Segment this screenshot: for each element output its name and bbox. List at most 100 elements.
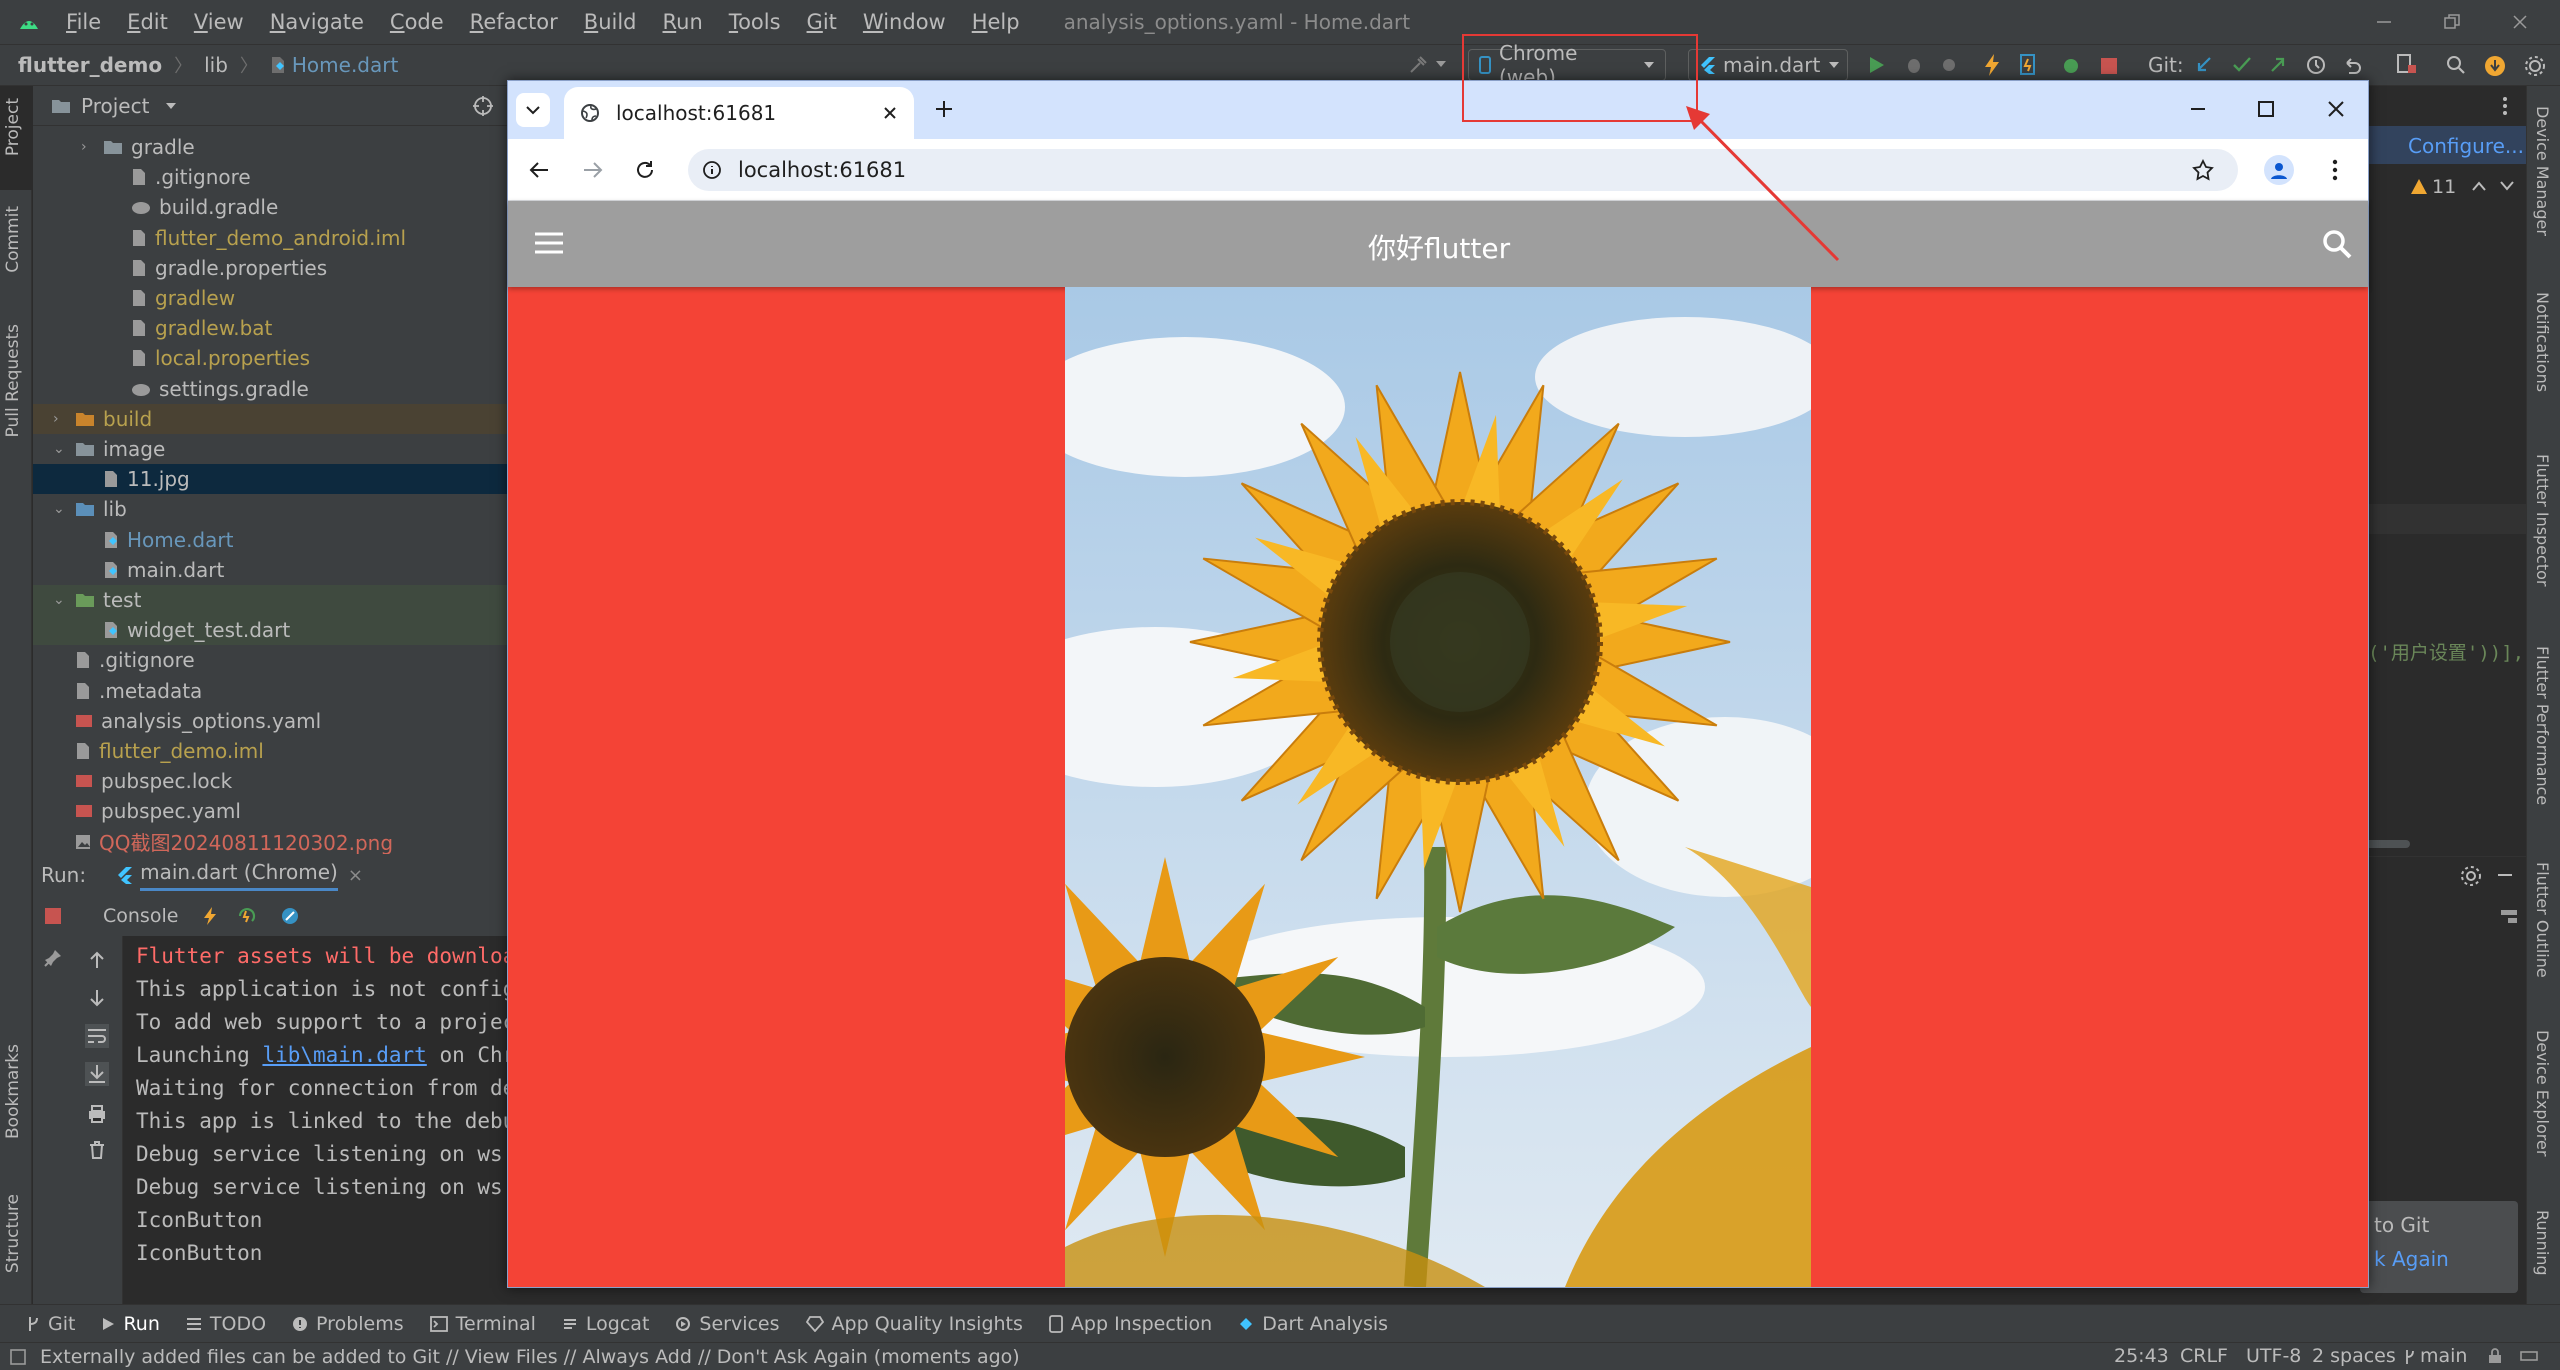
profile-icon[interactable] [1940, 55, 1960, 75]
tree-item[interactable]: gradlew.bat [33, 313, 507, 343]
tree-item[interactable]: flutter_demo.iml [33, 736, 507, 766]
tree-item[interactable]: local.properties [33, 343, 507, 373]
search-icon[interactable] [2322, 229, 2352, 259]
url-text[interactable]: localhost:61681 [738, 158, 906, 182]
menu-icon[interactable] [534, 231, 564, 255]
warning-count[interactable]: 11 [2432, 176, 2456, 198]
chevron-down-icon[interactable]: ⌄ [53, 592, 71, 608]
tool-app-inspection[interactable]: App Inspection [1049, 1313, 1212, 1335]
tree-item[interactable]: 11.jpg [33, 464, 507, 495]
status-indent[interactable]: 2 spaces [2312, 1345, 2396, 1367]
scroll-up-icon[interactable] [87, 950, 107, 970]
menu-file[interactable]: File [66, 10, 101, 34]
device-mirror-icon[interactable] [2396, 53, 2418, 75]
back-arrow-icon[interactable] [528, 159, 550, 181]
menu-window[interactable]: Window [863, 10, 946, 34]
configure-link[interactable]: Configure... [2408, 134, 2524, 158]
chevron-right-icon[interactable]: › [81, 139, 99, 155]
tree-item[interactable]: settings.gradle [33, 374, 507, 404]
tab-search-icon[interactable] [516, 93, 550, 127]
tree-item[interactable]: .gitignore [33, 645, 507, 675]
stripe-commit-label[interactable]: Commit [3, 206, 23, 273]
tree-item[interactable]: .gitignore [33, 162, 507, 192]
stop-icon[interactable] [2100, 57, 2118, 75]
chevron-right-icon[interactable]: › [53, 411, 71, 427]
new-tab-icon[interactable] [934, 99, 954, 119]
chevron-up-icon[interactable] [2472, 180, 2486, 192]
menu-edit[interactable]: Edit [127, 10, 168, 34]
menu-help[interactable]: Help [972, 10, 1020, 34]
memory-icon[interactable] [2520, 1348, 2538, 1364]
tree-item[interactable]: build.gradle [33, 192, 507, 222]
stripe-notifications-label[interactable]: Notifications [2533, 292, 2552, 392]
chevron-down-icon[interactable] [1434, 57, 1448, 71]
menu-git[interactable]: Git [807, 10, 837, 34]
browser-tab[interactable]: localhost:61681 [564, 87, 914, 139]
stripe-bookmarks-label[interactable]: Bookmarks [3, 1044, 23, 1139]
tree-item[interactable]: › gradle [33, 132, 507, 162]
stripe-project-label[interactable]: Project [3, 98, 23, 156]
tree-item[interactable]: gradlew [33, 283, 507, 313]
chevron-down-icon[interactable]: ⌄ [53, 501, 71, 517]
run-icon[interactable] [1866, 55, 1886, 75]
stripe-device-manager-label[interactable]: Device Manager [2533, 106, 2552, 236]
close-window-icon[interactable] [2326, 99, 2346, 119]
status-encoding[interactable]: UTF-8 [2246, 1345, 2301, 1367]
git-update-icon[interactable] [2194, 55, 2214, 75]
menu-tools[interactable]: Tools [729, 10, 781, 34]
hot-reload-icon[interactable] [1982, 53, 2002, 77]
warning-icon[interactable] [2410, 178, 2428, 196]
site-info-icon[interactable] [702, 160, 722, 180]
tool-logcat[interactable]: Logcat [562, 1313, 649, 1335]
chevron-down-icon[interactable] [165, 101, 177, 111]
scroll-to-end-icon[interactable] [85, 1062, 109, 1086]
forward-arrow-icon[interactable] [582, 159, 604, 181]
chevron-down-icon[interactable]: ⌄ [53, 441, 71, 457]
status-line-separator[interactable]: CRLF [2180, 1345, 2228, 1367]
tree-item[interactable]: QQ截图20240811120302.png [33, 827, 507, 857]
tree-item[interactable]: analysis_options.yaml [33, 706, 507, 736]
tool-run[interactable]: Run [101, 1313, 160, 1335]
stripe-running-label[interactable]: Running [2533, 1210, 2552, 1276]
tree-item[interactable]: pubspec.yaml [33, 796, 507, 826]
tool-app-quality-insights[interactable]: App Quality Insights [805, 1313, 1023, 1335]
reload-icon[interactable] [634, 159, 656, 181]
stripe-pull-requests-label[interactable]: Pull Requests [3, 324, 23, 438]
tree-item[interactable]: ⌄ test [33, 585, 507, 615]
menu-build[interactable]: Build [584, 10, 637, 34]
notification-link[interactable]: k Again [2374, 1247, 2449, 1271]
tree-item[interactable]: .metadata [33, 676, 507, 706]
tool-services[interactable]: Services [675, 1313, 780, 1335]
run-config-selector[interactable]: main.dart [1688, 49, 1848, 81]
stop-icon[interactable] [45, 908, 61, 924]
tree-item[interactable]: gradle.properties [33, 253, 507, 283]
tree-item[interactable]: widget_test.dart [33, 615, 507, 646]
project-panel-title[interactable]: Project [81, 94, 149, 118]
tool-git[interactable]: Git [26, 1313, 75, 1335]
close-tab-icon[interactable]: × [348, 865, 363, 886]
tool-dart-analysis[interactable]: Dart Analysis [1238, 1313, 1388, 1335]
tree-item[interactable]: › build [33, 403, 507, 434]
tool-todo[interactable]: TODO [186, 1313, 266, 1335]
debug-icon[interactable] [1904, 55, 1924, 75]
tree-item[interactable]: pubspec.lock [33, 766, 507, 796]
restore-icon[interactable] [2440, 12, 2464, 32]
minimize-icon[interactable] [2188, 99, 2208, 119]
bookmark-star-icon[interactable] [2192, 159, 2214, 181]
git-commit-icon[interactable] [2232, 55, 2252, 75]
status-position[interactable]: 25:43 [2114, 1345, 2169, 1367]
tree-item[interactable]: Home.dart [33, 525, 507, 555]
search-icon[interactable] [2446, 55, 2466, 75]
close-tab-icon[interactable] [882, 105, 898, 121]
menu-run[interactable]: Run [663, 10, 703, 34]
tree-item[interactable]: ⌄ image [33, 434, 507, 464]
hammer-icon[interactable] [1406, 53, 1430, 77]
minimize-icon[interactable] [2372, 12, 2396, 32]
update-icon[interactable] [2484, 55, 2506, 77]
settings-icon[interactable] [2524, 55, 2546, 77]
console-tab[interactable]: Console [103, 905, 178, 927]
tree-item[interactable]: ⌄ lib [33, 494, 507, 524]
profile-avatar-icon[interactable] [2264, 155, 2294, 185]
chrome-menu-icon[interactable] [2332, 159, 2338, 181]
address-bar[interactable]: localhost:61681 [688, 149, 2238, 191]
